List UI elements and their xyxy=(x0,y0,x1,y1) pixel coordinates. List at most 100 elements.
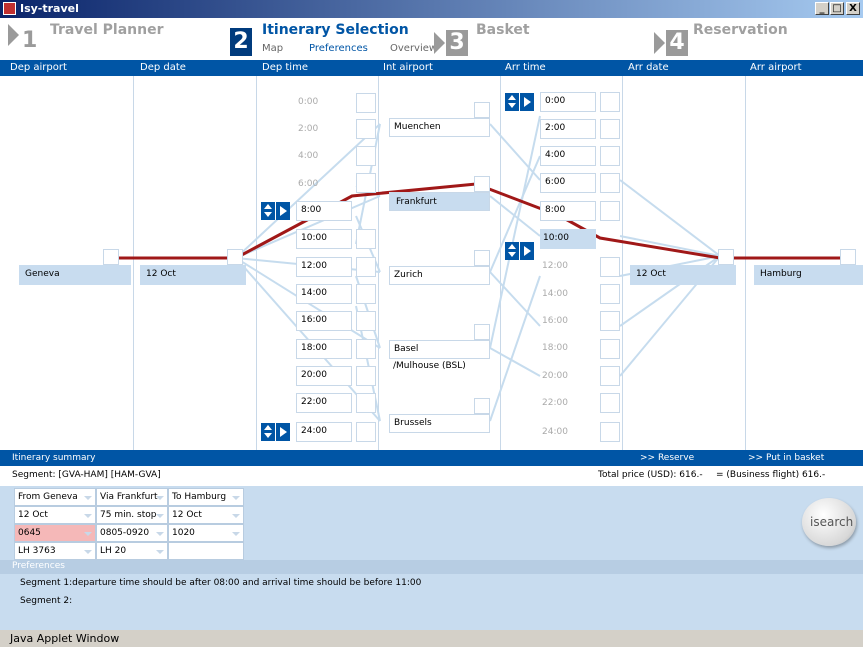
arr-time-16[interactable]: 16:00 xyxy=(542,316,568,326)
arr-time-checkbox[interactable] xyxy=(600,146,620,166)
substep-preferences[interactable]: Preferences xyxy=(309,43,368,54)
dep-time-checkbox[interactable] xyxy=(356,422,376,442)
dep-date-value[interactable]: 12 Oct xyxy=(140,265,246,285)
int-airport-muenchen[interactable]: Muenchen xyxy=(389,118,490,137)
arr-time-14[interactable]: 14:00 xyxy=(542,289,568,299)
dep-time-checkbox[interactable] xyxy=(356,311,376,331)
dep-time-checkbox[interactable] xyxy=(356,393,376,413)
int-airport-checkbox[interactable] xyxy=(474,398,490,414)
dep-airport-geneva[interactable]: Geneva xyxy=(19,265,131,285)
arr-time-checkbox[interactable] xyxy=(600,257,620,277)
arr-time-checkbox[interactable] xyxy=(600,393,620,413)
summary-via-time[interactable]: 0805-0920 xyxy=(96,524,168,542)
dep-time-checkbox[interactable] xyxy=(356,257,376,277)
dep-time-16[interactable]: 16:00 xyxy=(296,311,352,331)
dep-time-20[interactable]: 20:00 xyxy=(296,366,352,386)
dep-airport-checkbox[interactable] xyxy=(103,249,119,265)
dep-time-checkbox[interactable] xyxy=(356,284,376,304)
isearch-button[interactable]: isearch xyxy=(802,498,856,546)
arr-time-12[interactable]: 12:00 xyxy=(542,261,568,271)
dep-time-4[interactable]: 4:00 xyxy=(298,151,318,161)
arr-time-2[interactable]: 2:00 xyxy=(540,119,596,139)
int-airport-frankfurt[interactable]: Frankfurt xyxy=(389,192,490,211)
substep-overview[interactable]: Overview xyxy=(390,43,437,54)
int-airport-checkbox[interactable] xyxy=(474,176,490,192)
summary-flight-1[interactable]: LH 3763 xyxy=(14,542,96,560)
int-airport-zurich[interactable]: Zurich xyxy=(389,266,490,285)
summary-from[interactable]: From Geneva xyxy=(14,488,96,506)
substep-map[interactable]: Map xyxy=(262,43,283,54)
summary-arr-date[interactable]: 12 Oct xyxy=(168,506,244,524)
dep-time-checkbox[interactable] xyxy=(356,93,376,113)
arr-time-start-spinner[interactable] xyxy=(505,93,535,111)
step-travel-planner[interactable]: Travel Planner xyxy=(50,22,164,38)
step-basket[interactable]: Basket xyxy=(476,22,530,38)
summary-stop[interactable]: 75 min. stop xyxy=(96,506,168,524)
maximize-button[interactable]: □ xyxy=(830,2,844,15)
dep-time-6[interactable]: 6:00 xyxy=(298,179,318,189)
int-airport-brussels[interactable]: Brussels xyxy=(389,414,490,433)
arr-time-0[interactable]: 0:00 xyxy=(540,92,596,112)
arr-time-checkbox[interactable] xyxy=(600,173,620,193)
dep-time-8[interactable]: 8:00 xyxy=(296,201,352,221)
dep-time-14[interactable]: 14:00 xyxy=(296,284,352,304)
dep-time-checkbox[interactable] xyxy=(356,229,376,249)
put-in-basket-link[interactable]: >> Put in basket xyxy=(748,450,824,466)
dep-time-10[interactable]: 10:00 xyxy=(296,229,352,249)
dep-time-checkbox[interactable] xyxy=(356,146,376,166)
step-itinerary-selection[interactable]: Itinerary Selection xyxy=(262,22,409,38)
summary-via[interactable]: Via Frankfurt xyxy=(96,488,168,506)
step-reservation[interactable]: Reservation xyxy=(693,22,788,38)
arr-date-checkbox[interactable] xyxy=(718,249,734,265)
arr-time-18[interactable]: 18:00 xyxy=(542,343,568,353)
summary-flight-2[interactable]: LH 20 xyxy=(96,542,168,560)
int-airport-checkbox[interactable] xyxy=(474,102,490,118)
dep-time-24[interactable]: 24:00 xyxy=(296,422,352,442)
dep-time-22[interactable]: 22:00 xyxy=(296,393,352,413)
arr-time-4[interactable]: 4:00 xyxy=(540,146,596,166)
int-airport-checkbox[interactable] xyxy=(474,250,490,266)
arr-time-20[interactable]: 20:00 xyxy=(542,371,568,381)
int-airport-checkbox[interactable] xyxy=(474,324,490,340)
dep-time-0[interactable]: 0:00 xyxy=(298,97,318,107)
dep-time-checkbox[interactable] xyxy=(356,339,376,359)
arr-airport-hamburg[interactable]: Hamburg xyxy=(754,265,863,285)
arr-time-8[interactable]: 8:00 xyxy=(540,201,596,221)
arr-time-checkbox[interactable] xyxy=(600,366,620,386)
dep-time-end-spinner[interactable] xyxy=(261,423,291,441)
arr-time-end-spinner[interactable] xyxy=(505,242,535,260)
arr-time-checkbox[interactable] xyxy=(600,92,620,112)
arr-time-10[interactable]: 10:00 xyxy=(540,229,596,249)
dep-time-start-spinner[interactable] xyxy=(261,202,291,220)
dep-time-12[interactable]: 12:00 xyxy=(296,257,352,277)
summary-arr-time[interactable]: 1020 xyxy=(168,524,244,542)
summary-dep-time[interactable]: 0645 xyxy=(14,524,96,542)
int-airport-mulhouse[interactable]: /Mulhouse (BSL) xyxy=(393,361,466,371)
col-dep-date: Dep date xyxy=(140,60,186,76)
arr-date-value[interactable]: 12 Oct xyxy=(630,265,736,285)
arr-time-24[interactable]: 24:00 xyxy=(542,427,568,437)
summary-dep-date[interactable]: 12 Oct xyxy=(14,506,96,524)
dep-time-18[interactable]: 18:00 xyxy=(296,339,352,359)
arr-time-checkbox[interactable] xyxy=(600,284,620,304)
dep-date-checkbox[interactable] xyxy=(227,249,243,265)
summary-flight-3[interactable] xyxy=(168,542,244,560)
arr-time-checkbox[interactable] xyxy=(600,201,620,221)
dep-time-checkbox[interactable] xyxy=(356,119,376,139)
reserve-link[interactable]: >> Reserve xyxy=(640,450,694,466)
arr-time-checkbox[interactable] xyxy=(600,119,620,139)
dep-time-2[interactable]: 2:00 xyxy=(298,124,318,134)
arr-time-checkbox[interactable] xyxy=(600,311,620,331)
summary-to[interactable]: To Hamburg xyxy=(168,488,244,506)
close-button[interactable]: X xyxy=(846,2,860,15)
arr-time-checkbox[interactable] xyxy=(600,339,620,359)
arr-time-checkbox[interactable] xyxy=(600,422,620,442)
arr-time-6[interactable]: 6:00 xyxy=(540,173,596,193)
dep-time-checkbox[interactable] xyxy=(356,366,376,386)
int-airport-basel[interactable]: Basel xyxy=(389,340,490,359)
dep-time-checkbox[interactable] xyxy=(356,173,376,193)
arr-time-22[interactable]: 22:00 xyxy=(542,398,568,408)
step-3-number: 3 xyxy=(446,30,468,56)
minimize-button[interactable]: _ xyxy=(815,2,829,15)
arr-airport-checkbox[interactable] xyxy=(840,249,856,265)
